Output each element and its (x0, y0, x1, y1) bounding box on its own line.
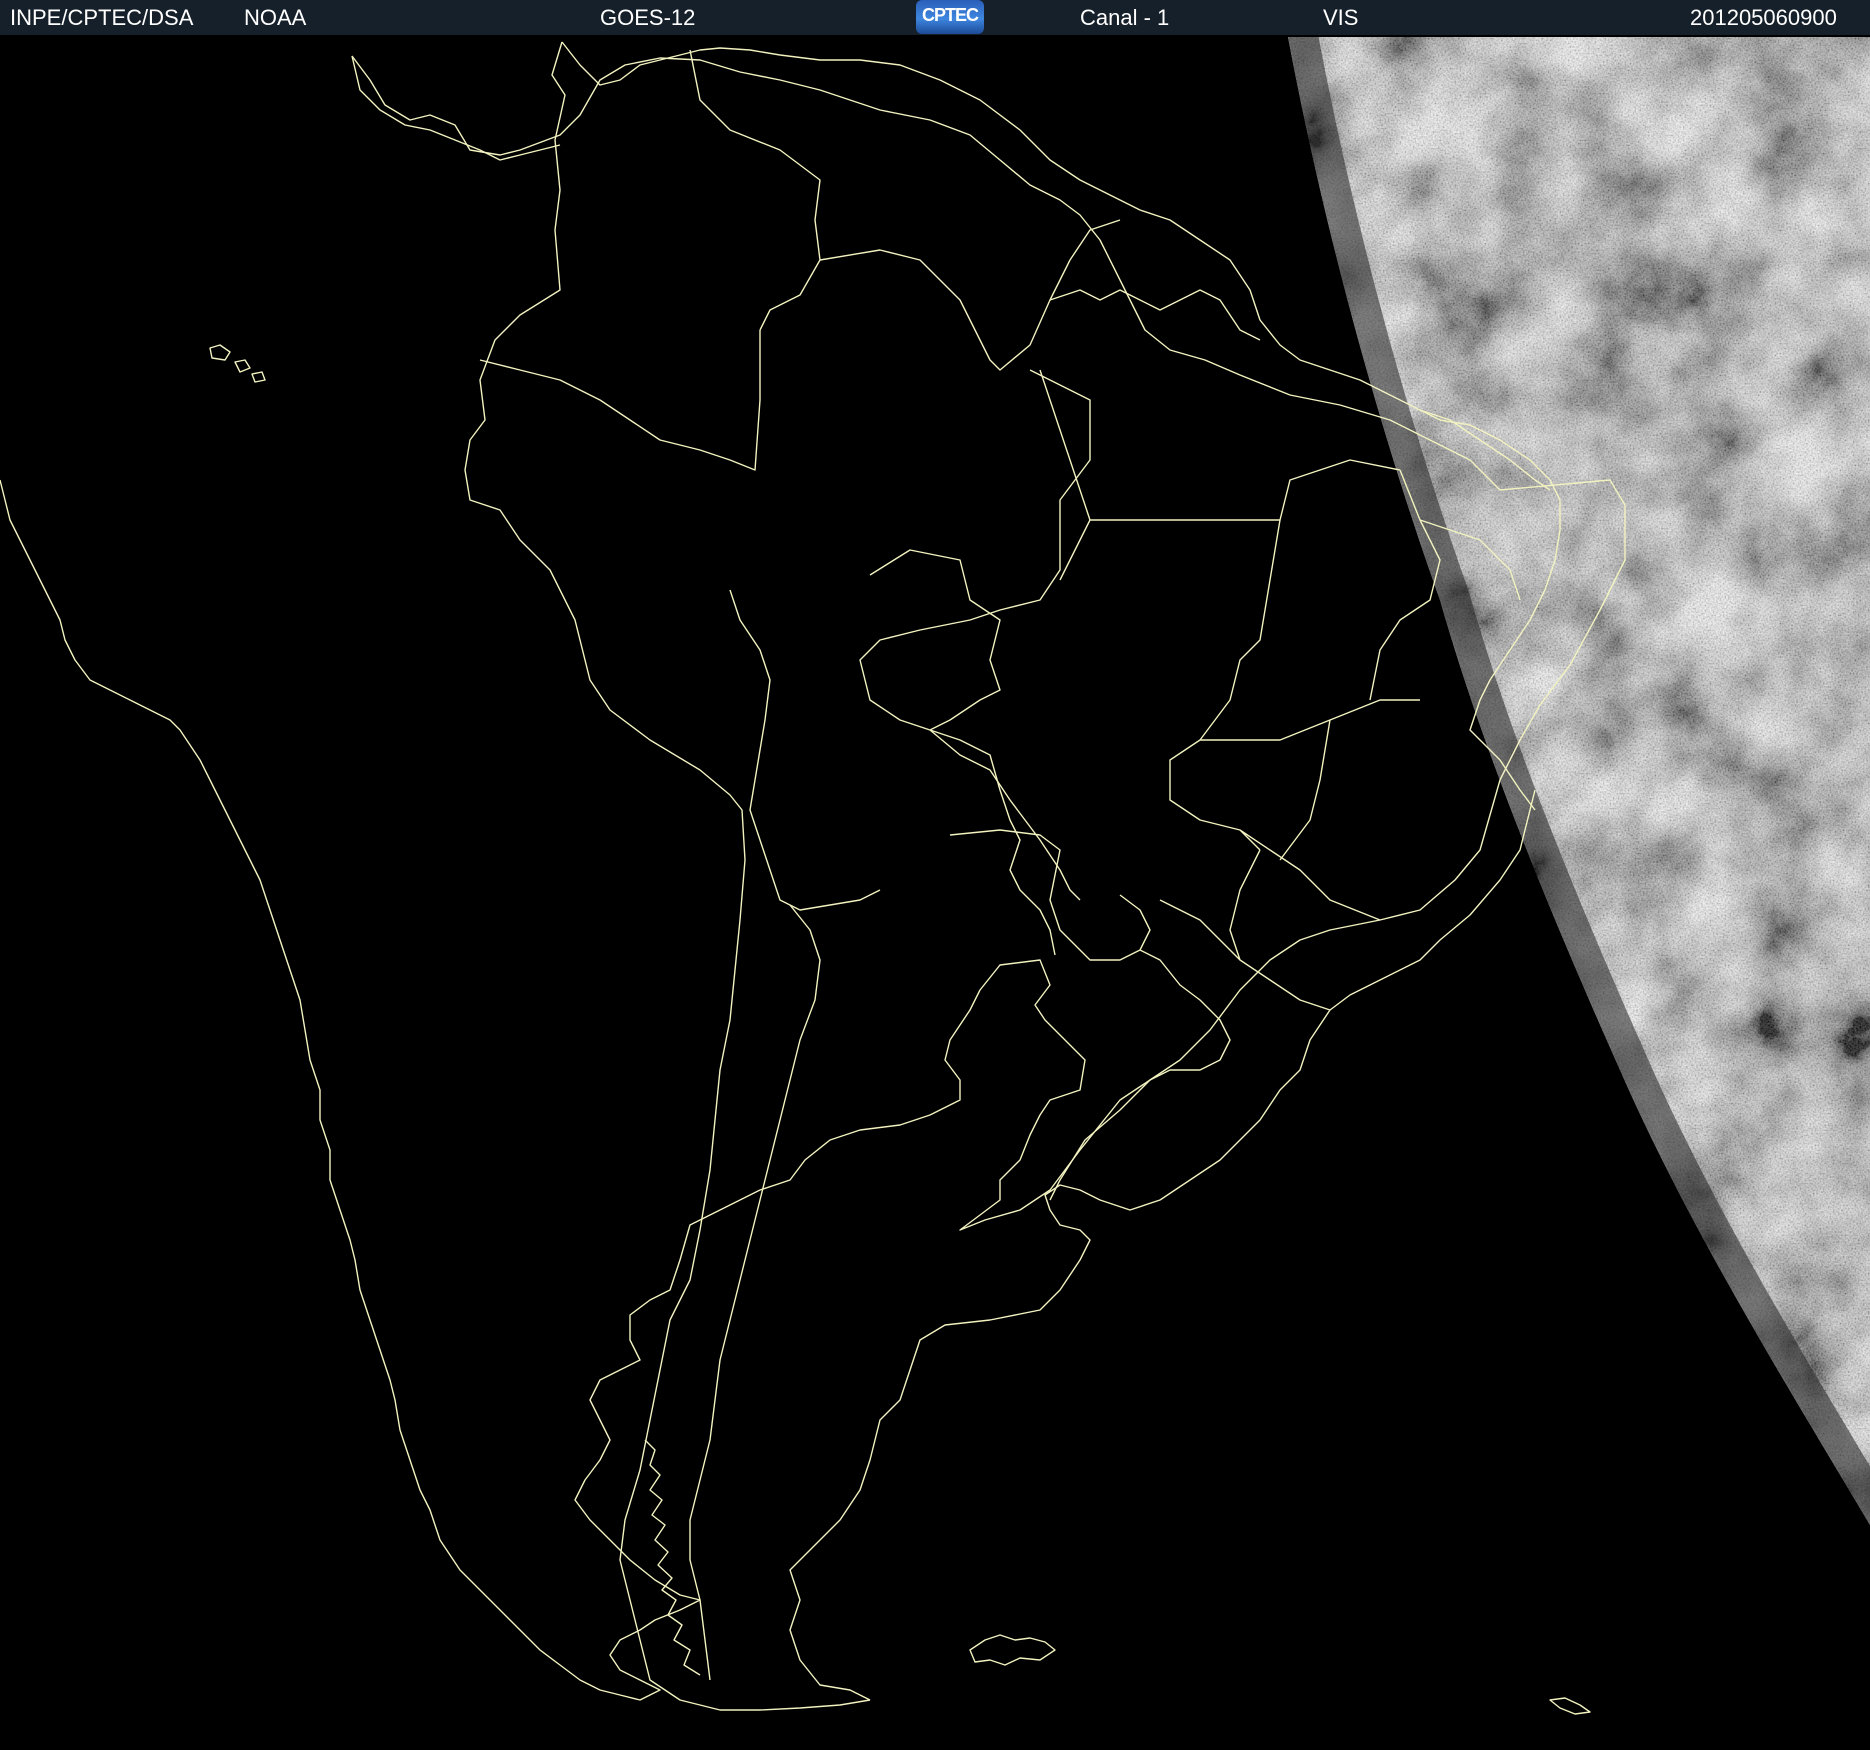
band-label: VIS (1323, 5, 1359, 30)
central-america (351, 55, 561, 161)
border-guyana (1049, 289, 1261, 341)
cptec-logo-text: CPTEC (921, 5, 979, 25)
map-svg (0, 37, 1870, 1715)
east-coast-south (789, 789, 1536, 1701)
falkland-islands (969, 1634, 1056, 1666)
border-peru-bolivia (729, 589, 881, 911)
border-uruguay (1049, 1079, 1151, 1201)
border-argentina-chile (689, 904, 821, 1681)
border-bolivia-paraguay (929, 729, 1081, 901)
satellite-label: GOES-12 (600, 5, 696, 30)
border-brazil-interior (859, 369, 1091, 956)
border-argentina-brazil (1139, 949, 1231, 1081)
cptec-logo: CPTEC (916, 0, 984, 34)
south-georgia (1549, 1697, 1591, 1715)
border-paraguay (949, 829, 1151, 961)
provider-label: NOAA (244, 5, 307, 30)
galapagos-islands (209, 344, 266, 383)
agency-label: INPE/CPTEC/DSA (10, 5, 194, 30)
image-header-bar: INPE/CPTEC/DSA NOAA GOES-12 CPTEC Canal … (0, 0, 1870, 35)
border-bolivia-brazil (869, 549, 1001, 731)
cloud-imagery (1288, 37, 1870, 1525)
border-venezuela-brazil (819, 219, 1121, 371)
chilean-archipelago (644, 1439, 701, 1676)
west-coast (464, 41, 871, 1711)
satellite-map-area (0, 35, 1870, 1750)
channel-label: Canal - 1 (1080, 5, 1170, 30)
border-colombia-venezuela (689, 49, 821, 331)
timestamp-label: 201205060900 (1690, 5, 1837, 30)
border-colombia-peru (479, 330, 761, 471)
